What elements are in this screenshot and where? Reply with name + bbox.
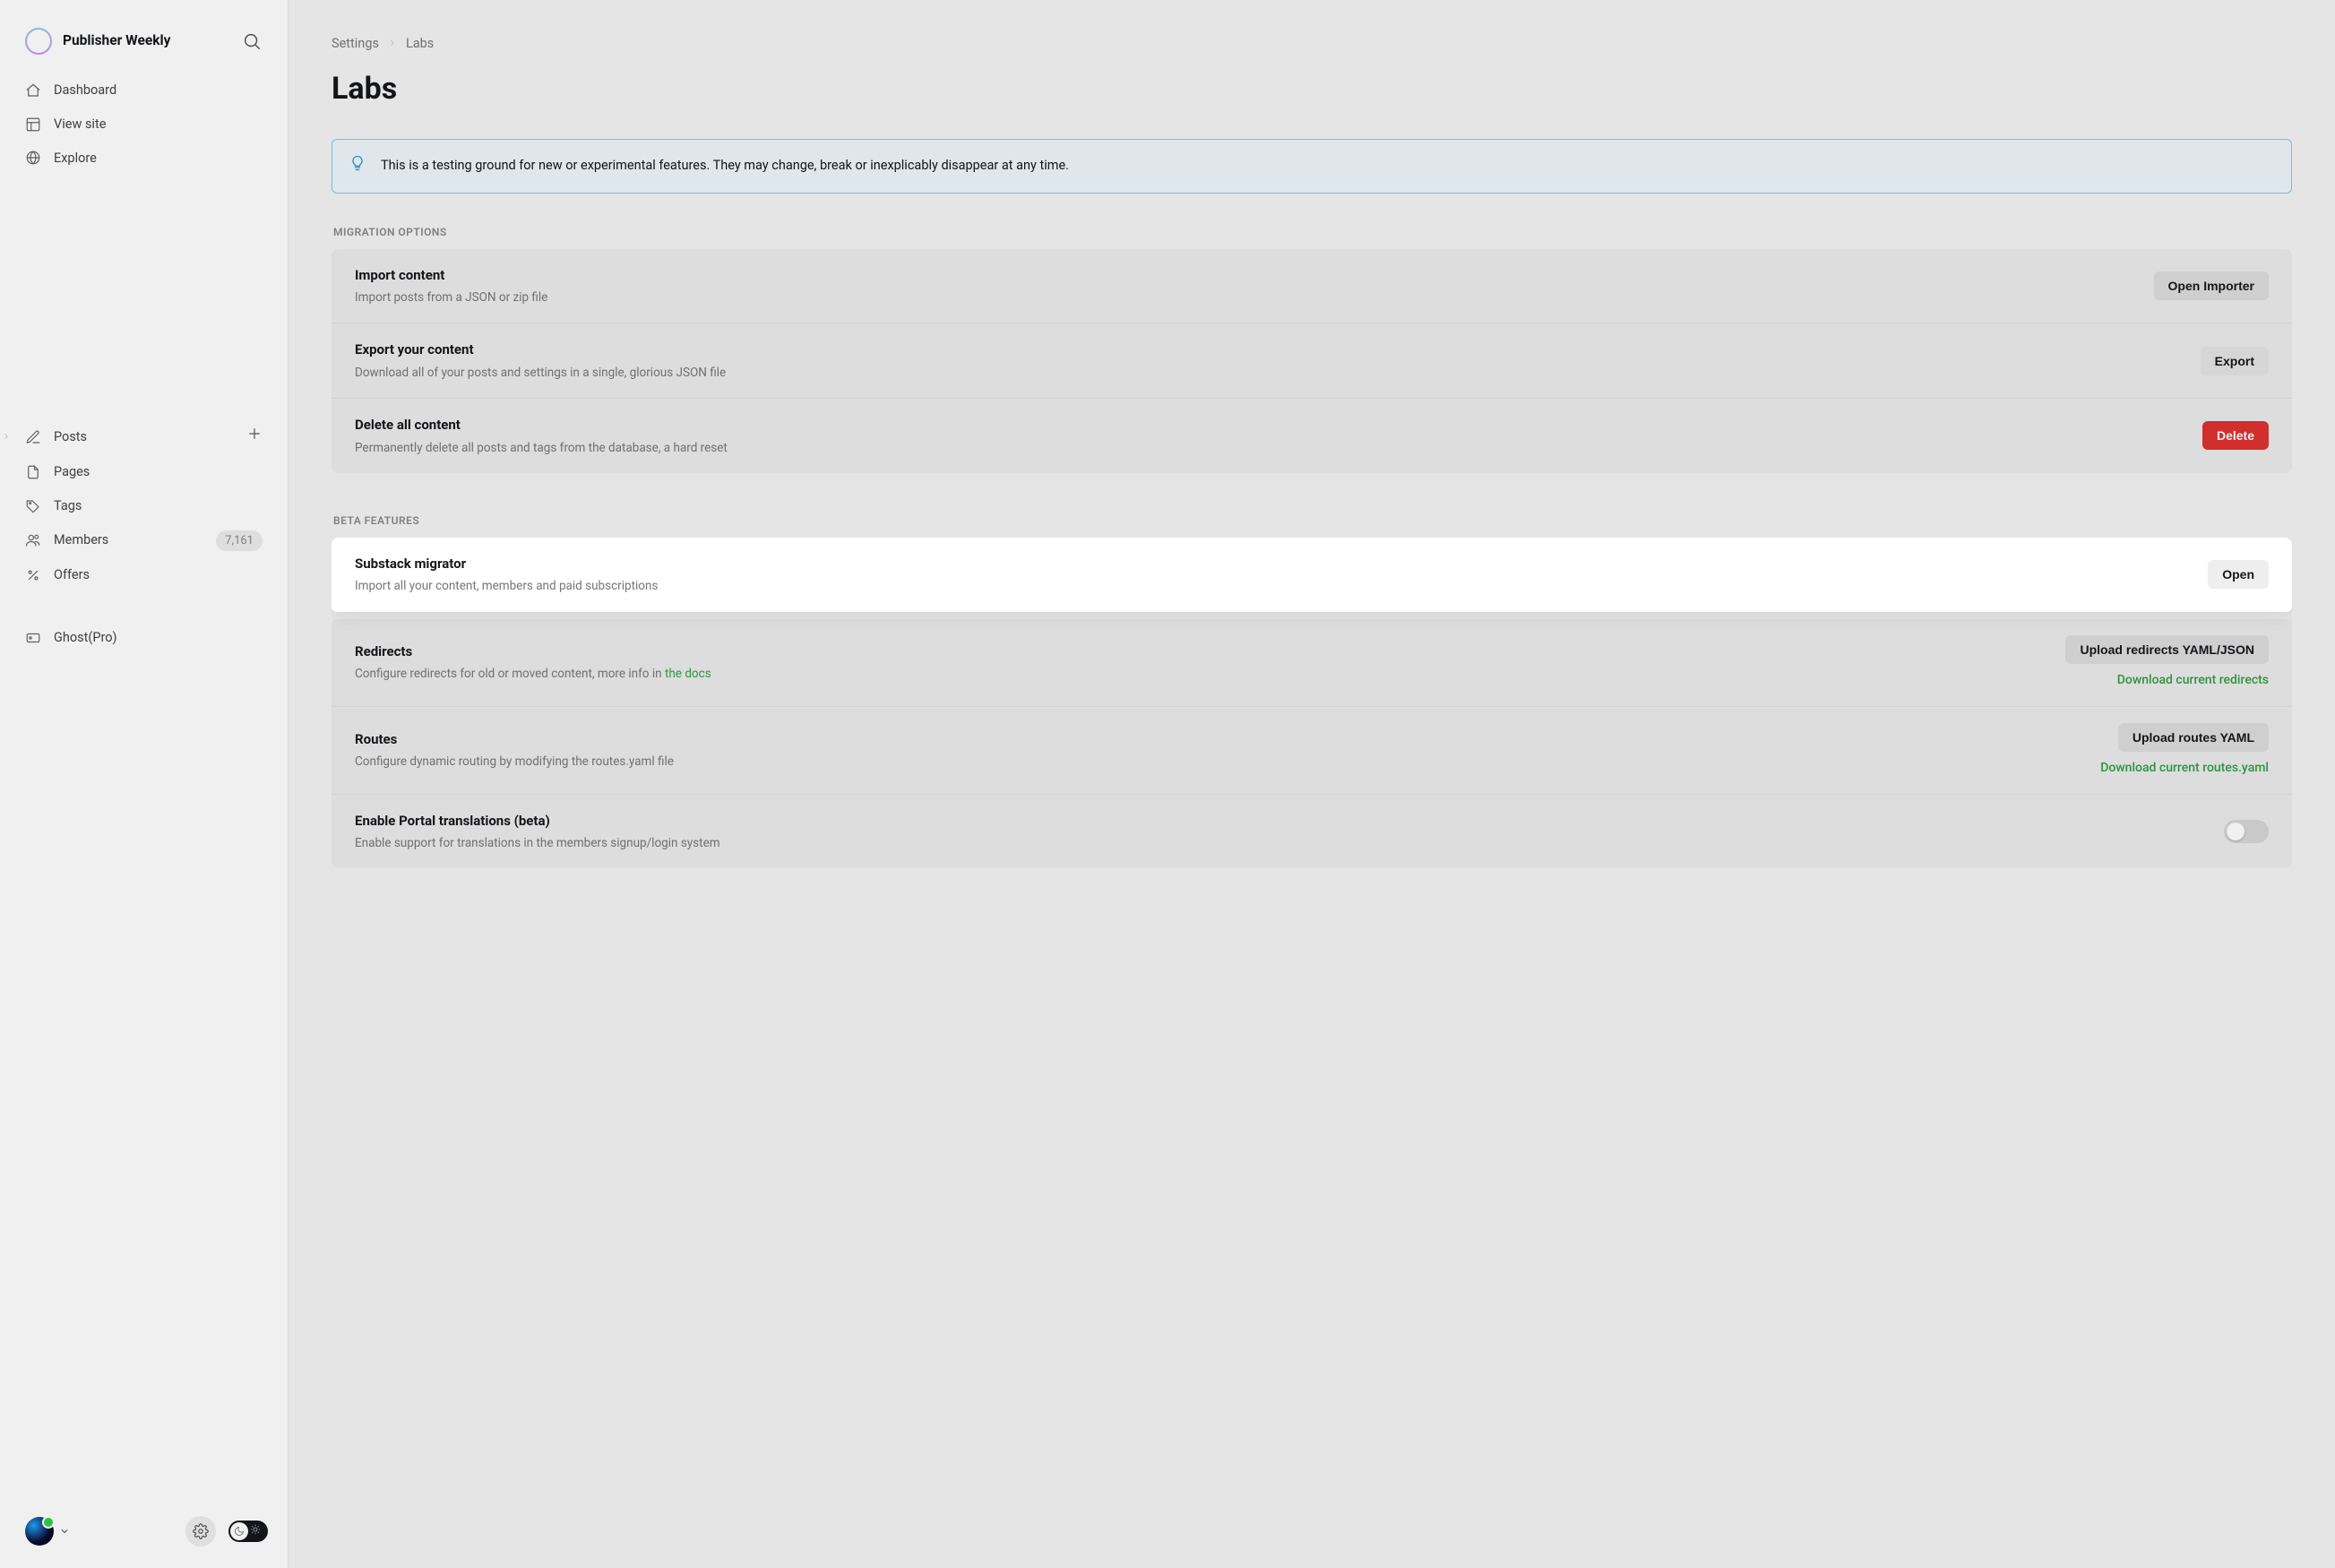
breadcrumb-root[interactable]: Settings (332, 34, 379, 54)
info-banner: This is a testing ground for new or expe… (332, 139, 2292, 194)
download-routes-link[interactable]: Download current routes.yaml (2100, 759, 2269, 778)
redirects-docs-link[interactable]: the docs (665, 667, 711, 681)
search-icon (242, 31, 262, 51)
portal-toggle[interactable] (2224, 820, 2269, 843)
export-title: Export your content (355, 340, 726, 360)
globe-icon (25, 150, 41, 166)
routes-title: Routes (355, 729, 674, 750)
percent-icon (25, 567, 41, 583)
substack-title: Substack migrator (355, 554, 658, 574)
sidebar-footer (0, 1500, 288, 1568)
upload-redirects-button[interactable]: Upload redirects YAML/JSON (2065, 635, 2269, 664)
substack-sub: Import all your content, members and pai… (355, 577, 658, 595)
users-icon (25, 532, 41, 548)
nav-posts-label: Posts (54, 427, 234, 447)
edit-icon (25, 429, 41, 445)
row-redirects: Redirects Configure redirects for old or… (332, 619, 2292, 707)
delete-title: Delete all content (355, 415, 728, 435)
banner-text: This is a testing ground for new or expe… (381, 156, 1069, 176)
lightbulb-icon (349, 154, 366, 178)
redirects-title: Redirects (355, 642, 711, 662)
redirects-sub-prefix: Configure redirects for old or moved con… (355, 667, 665, 681)
card-icon (25, 630, 41, 646)
section-beta: BETA FEATURES Substack migrator Import a… (332, 513, 2292, 869)
breadcrumb-current: Labs (406, 34, 434, 54)
sidebar-header: Publisher Weekly (0, 0, 288, 68)
section-migration: MIGRATION OPTIONS Import content Import … (332, 224, 2292, 473)
nav-offers-label: Offers (54, 565, 263, 585)
settings-button[interactable] (185, 1516, 216, 1546)
nav-dashboard-label: Dashboard (54, 81, 263, 100)
user-menu[interactable] (25, 1517, 70, 1546)
logo-icon (25, 28, 52, 55)
delete-sub: Permanently delete all posts and tags fr… (355, 439, 728, 457)
nav-tags-label: Tags (54, 496, 263, 516)
open-substack-button[interactable]: Open (2208, 560, 2269, 589)
row-export-content: Export your content Download all of your… (332, 323, 2292, 399)
row-substack-migrator: Substack migrator Import all your conten… (332, 538, 2292, 612)
row-routes: Routes Configure dynamic routing by modi… (332, 707, 2292, 795)
nav-dashboard[interactable]: Dashboard (13, 73, 275, 108)
nav-posts[interactable]: Posts (13, 418, 275, 455)
tag-icon (25, 498, 41, 514)
breadcrumb: Settings Labs (332, 34, 2292, 54)
sidebar: Publisher Weekly Dashboard View site Exp… (0, 0, 289, 1568)
nav-primary: Dashboard View site Explore (0, 68, 288, 180)
import-sub: Import posts from a JSON or zip file (355, 289, 547, 306)
nav-explore[interactable]: Explore (13, 142, 275, 176)
beta-list: Substack migrator Import all your conten… (332, 538, 2292, 869)
nav-content: Posts Pages Tags Members 7,161 Offers (0, 413, 288, 598)
theme-toggle-knob (230, 1522, 248, 1540)
moon-icon (234, 1526, 245, 1537)
row-import-content: Import content Import posts from a JSON … (332, 249, 2292, 324)
import-title: Import content (355, 265, 547, 286)
delete-button[interactable]: Delete (2202, 421, 2269, 450)
nav-pages[interactable]: Pages (13, 455, 275, 489)
chevron-down-icon (59, 1526, 70, 1537)
export-button[interactable]: Export (2201, 347, 2269, 375)
nav-members-label: Members (54, 530, 203, 550)
portal-sub: Enable support for translations in the m… (355, 834, 720, 852)
chevron-right-icon (388, 36, 397, 52)
avatar (25, 1517, 54, 1546)
nav-tags[interactable]: Tags (13, 489, 275, 523)
row-delete-content: Delete all content Permanently delete al… (332, 399, 2292, 473)
nav-ghostpro[interactable]: Ghost(Pro) (13, 621, 275, 655)
home-icon (25, 82, 41, 99)
upload-routes-button[interactable]: Upload routes YAML (2118, 723, 2269, 752)
nav-extra: Ghost(Pro) (0, 616, 288, 660)
routes-sub: Configure dynamic routing by modifying t… (355, 753, 674, 771)
row-portal-translations: Enable Portal translations (beta) Enable… (332, 795, 2292, 869)
migration-list: Import content Import posts from a JSON … (332, 249, 2292, 473)
members-count-badge: 7,161 (216, 530, 263, 552)
download-redirects-link[interactable]: Download current redirects (2117, 671, 2269, 690)
nav-pages-label: Pages (54, 462, 263, 482)
redirects-sub: Configure redirects for old or moved con… (355, 665, 711, 683)
page-title: Labs (332, 66, 2292, 112)
main-content: Settings Labs Labs This is a testing gro… (289, 0, 2335, 1568)
nav-ghostpro-label: Ghost(Pro) (54, 628, 263, 648)
brand[interactable]: Publisher Weekly (25, 28, 170, 55)
chevron-right-icon (2, 427, 13, 447)
sun-icon (250, 1521, 261, 1541)
export-sub: Download all of your posts and settings … (355, 364, 726, 382)
layout-icon (25, 116, 41, 133)
portal-title: Enable Portal translations (beta) (355, 811, 720, 831)
page-icon (25, 464, 41, 480)
nav-explore-label: Explore (54, 149, 263, 168)
section-label-beta: BETA FEATURES (333, 513, 2292, 529)
nav-view-site-label: View site (54, 115, 263, 134)
theme-toggle[interactable] (228, 1521, 268, 1542)
nav-members[interactable]: Members 7,161 (13, 523, 275, 559)
new-post-button[interactable] (246, 426, 263, 448)
nav-offers[interactable]: Offers (13, 558, 275, 592)
nav-view-site[interactable]: View site (13, 108, 275, 142)
section-label-migration: MIGRATION OPTIONS (333, 224, 2292, 240)
open-importer-button[interactable]: Open Importer (2154, 271, 2269, 300)
brand-name: Publisher Weekly (63, 30, 170, 51)
gear-icon (193, 1523, 209, 1539)
search-button[interactable] (237, 27, 266, 56)
